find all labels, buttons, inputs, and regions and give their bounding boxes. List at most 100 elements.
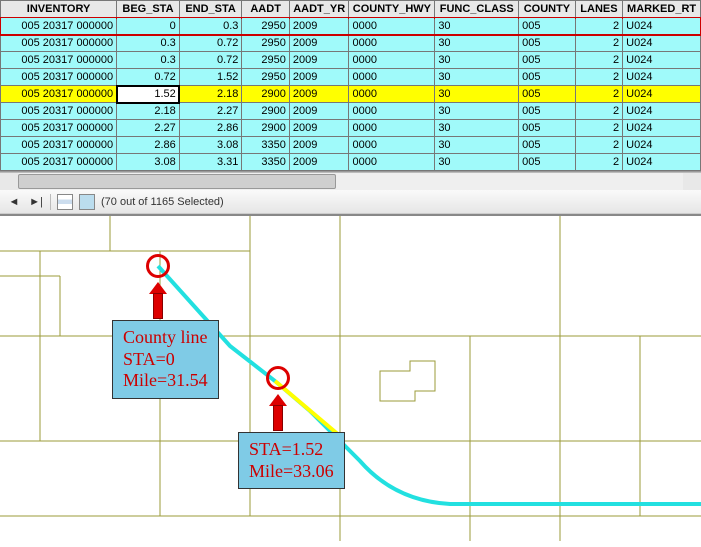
cell[interactable]: 2009 bbox=[289, 18, 349, 35]
cell[interactable]: 2009 bbox=[289, 86, 349, 103]
scrollbar-thumb[interactable] bbox=[18, 174, 336, 189]
show-all-records-icon[interactable] bbox=[57, 194, 73, 210]
cell[interactable]: 2 bbox=[575, 103, 622, 120]
cell[interactable]: 2 bbox=[575, 18, 622, 35]
cell[interactable]: 005 bbox=[519, 120, 576, 137]
cell[interactable]: 2.86 bbox=[117, 137, 180, 154]
cell[interactable]: 005 bbox=[519, 103, 576, 120]
cell[interactable]: 2950 bbox=[242, 69, 289, 86]
cell[interactable]: 0.72 bbox=[179, 35, 242, 52]
cell[interactable]: 1.52 bbox=[179, 69, 242, 86]
cell[interactable]: 2950 bbox=[242, 52, 289, 69]
col-aadt-yr[interactable]: AADT_YR bbox=[289, 1, 349, 18]
cell[interactable]: 1.52 bbox=[117, 86, 180, 103]
table-row[interactable]: 005 20317 0000000.30.7229502009000030005… bbox=[1, 35, 701, 52]
cell[interactable]: 3.08 bbox=[179, 137, 242, 154]
cell[interactable]: U024 bbox=[623, 86, 701, 103]
cell[interactable]: 2009 bbox=[289, 52, 349, 69]
cell[interactable]: 2.18 bbox=[117, 103, 180, 120]
table-row[interactable]: 005 20317 0000002.863.083350200900003000… bbox=[1, 137, 701, 154]
cell[interactable]: 0000 bbox=[349, 35, 435, 52]
cell[interactable]: 2009 bbox=[289, 103, 349, 120]
cell[interactable]: 2950 bbox=[242, 35, 289, 52]
cell[interactable]: 005 20317 000000 bbox=[1, 18, 117, 35]
cell[interactable]: 2 bbox=[575, 35, 622, 52]
cell[interactable]: 30 bbox=[435, 103, 519, 120]
cell[interactable]: 0.72 bbox=[117, 69, 180, 86]
show-selected-records-icon[interactable] bbox=[79, 194, 95, 210]
cell[interactable]: 2009 bbox=[289, 120, 349, 137]
table-row[interactable]: 005 20317 00000000.3295020090000300052U0… bbox=[1, 18, 701, 35]
cell[interactable]: 2.27 bbox=[117, 120, 180, 137]
cell[interactable]: 005 bbox=[519, 154, 576, 171]
cell[interactable]: 005 20317 000000 bbox=[1, 137, 117, 154]
col-county-hwy[interactable]: COUNTY_HWY bbox=[349, 1, 435, 18]
cell[interactable]: 3350 bbox=[242, 137, 289, 154]
col-county[interactable]: COUNTY bbox=[519, 1, 576, 18]
cell[interactable]: 2 bbox=[575, 137, 622, 154]
cell[interactable]: 0000 bbox=[349, 18, 435, 35]
cell[interactable]: 005 20317 000000 bbox=[1, 120, 117, 137]
cell[interactable]: 005 bbox=[519, 69, 576, 86]
cell[interactable]: 0.3 bbox=[179, 18, 242, 35]
cell[interactable]: 0000 bbox=[349, 52, 435, 69]
cell[interactable]: 3350 bbox=[242, 154, 289, 171]
cell[interactable]: 2.18 bbox=[179, 86, 242, 103]
cell[interactable]: 005 20317 000000 bbox=[1, 86, 117, 103]
cell[interactable]: 2009 bbox=[289, 35, 349, 52]
cell[interactable]: 30 bbox=[435, 35, 519, 52]
cell[interactable]: 2 bbox=[575, 154, 622, 171]
table-row[interactable]: 005 20317 0000002.272.862900200900003000… bbox=[1, 120, 701, 137]
cell[interactable]: 30 bbox=[435, 137, 519, 154]
col-func-class[interactable]: FUNC_CLASS bbox=[435, 1, 519, 18]
cell[interactable]: 2 bbox=[575, 52, 622, 69]
col-aadt[interactable]: AADT bbox=[242, 1, 289, 18]
cell[interactable]: 0.3 bbox=[117, 52, 180, 69]
cell[interactable]: 005 20317 000000 bbox=[1, 35, 117, 52]
cell[interactable]: 2.27 bbox=[179, 103, 242, 120]
next-record-button[interactable]: ►| bbox=[28, 194, 44, 210]
cell[interactable]: 005 bbox=[519, 137, 576, 154]
cell[interactable]: 005 20317 000000 bbox=[1, 52, 117, 69]
cell[interactable]: 0000 bbox=[349, 120, 435, 137]
cell[interactable]: 2 bbox=[575, 69, 622, 86]
cell[interactable]: U024 bbox=[623, 52, 701, 69]
cell[interactable]: 30 bbox=[435, 120, 519, 137]
cell[interactable]: 2 bbox=[575, 120, 622, 137]
cell[interactable]: U024 bbox=[623, 18, 701, 35]
cell[interactable]: U024 bbox=[623, 103, 701, 120]
cell[interactable]: U024 bbox=[623, 69, 701, 86]
cell[interactable]: 0.72 bbox=[179, 52, 242, 69]
cell[interactable]: 30 bbox=[435, 52, 519, 69]
cell[interactable]: 0000 bbox=[349, 103, 435, 120]
col-marked-rt[interactable]: MARKED_RT bbox=[623, 1, 701, 18]
map-canvas[interactable] bbox=[0, 216, 701, 541]
cell[interactable]: U024 bbox=[623, 120, 701, 137]
cell[interactable]: 005 20317 000000 bbox=[1, 154, 117, 171]
cell[interactable]: 2 bbox=[575, 86, 622, 103]
cell[interactable]: 3.31 bbox=[179, 154, 242, 171]
cell[interactable]: 2900 bbox=[242, 120, 289, 137]
cell[interactable]: 0000 bbox=[349, 86, 435, 103]
cell[interactable]: 005 bbox=[519, 18, 576, 35]
cell[interactable]: 3.08 bbox=[117, 154, 180, 171]
horizontal-scrollbar[interactable] bbox=[0, 172, 701, 190]
cell[interactable]: U024 bbox=[623, 35, 701, 52]
table-row[interactable]: 005 20317 0000003.083.313350200900003000… bbox=[1, 154, 701, 171]
table-row[interactable]: 005 20317 0000000.721.522950200900003000… bbox=[1, 69, 701, 86]
cell[interactable]: 2009 bbox=[289, 154, 349, 171]
cell[interactable]: 0 bbox=[117, 18, 180, 35]
table-row[interactable]: 005 20317 0000002.182.272900200900003000… bbox=[1, 103, 701, 120]
cell[interactable]: 30 bbox=[435, 86, 519, 103]
table-header-row[interactable]: INVENTORY BEG_STA END_STA AADT AADT_YR C… bbox=[1, 1, 701, 18]
cell[interactable]: 005 bbox=[519, 86, 576, 103]
cell[interactable]: 2950 bbox=[242, 18, 289, 35]
cell[interactable]: 0000 bbox=[349, 137, 435, 154]
col-beg-sta[interactable]: BEG_STA bbox=[117, 1, 180, 18]
cell[interactable]: 0000 bbox=[349, 154, 435, 171]
cell[interactable]: 2900 bbox=[242, 86, 289, 103]
cell[interactable]: 2009 bbox=[289, 137, 349, 154]
cell[interactable]: 2009 bbox=[289, 69, 349, 86]
cell[interactable]: 30 bbox=[435, 69, 519, 86]
cell[interactable]: 0000 bbox=[349, 69, 435, 86]
